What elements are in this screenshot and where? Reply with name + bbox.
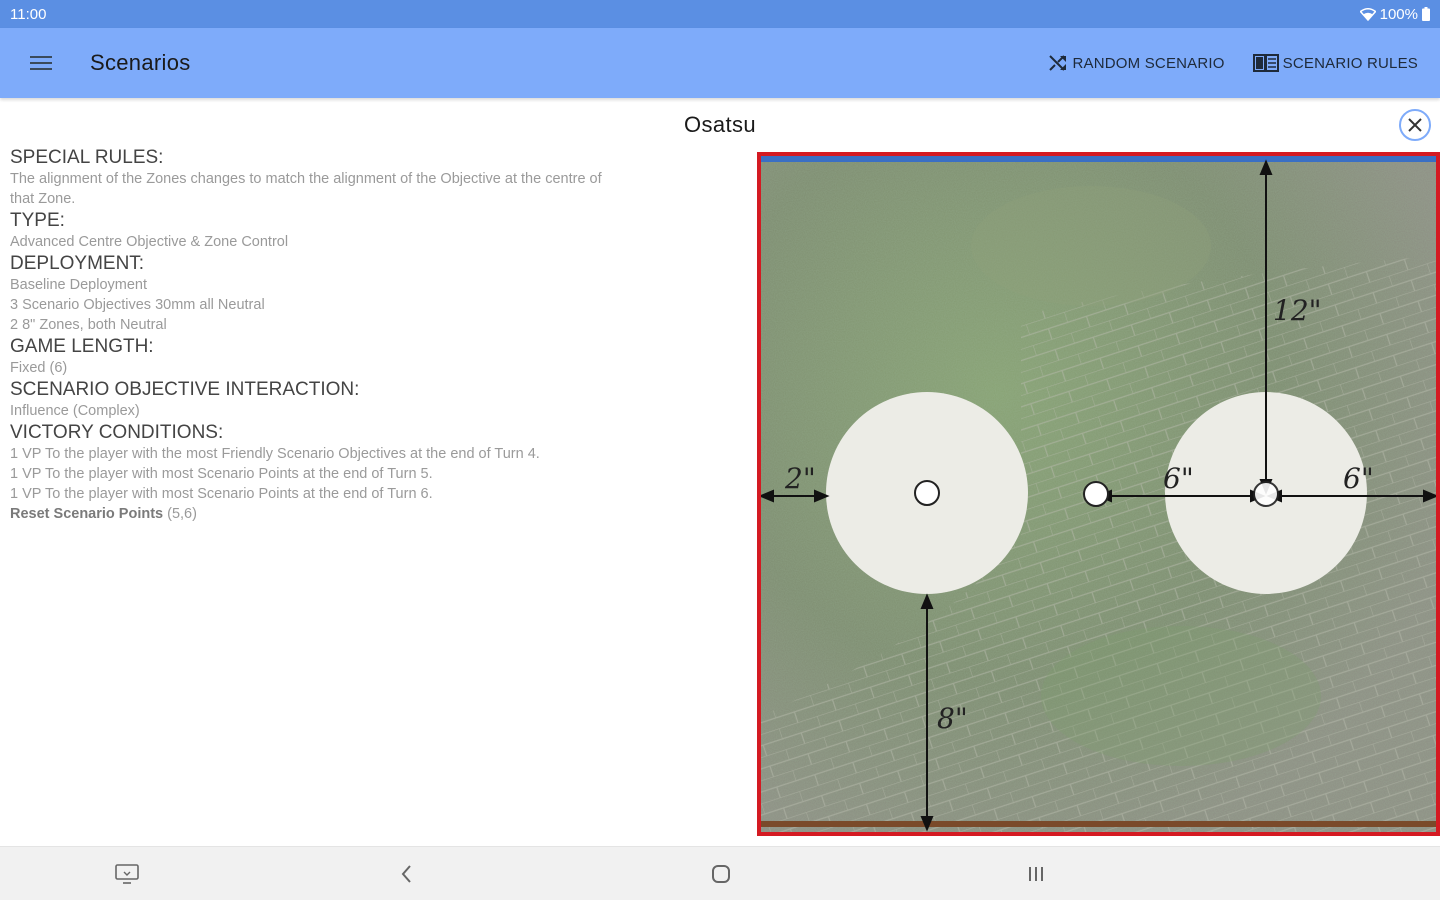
top-edge	[761, 156, 1436, 162]
objective-centre	[1083, 481, 1109, 507]
book-icon	[1252, 54, 1279, 72]
recents-icon	[1029, 867, 1043, 881]
back-icon	[401, 865, 411, 883]
close-button[interactable]	[1399, 109, 1431, 141]
label-6-inch-mid: 6"	[1163, 462, 1194, 495]
status-time: 11:00	[10, 5, 47, 23]
reset-label: Reset Scenario Points	[10, 506, 164, 522]
rule-heading: SCENARIO OBJECTIVE INTERACTION:	[10, 379, 360, 400]
reset-scenario-points: Reset Scenario Points (5,6)	[10, 504, 740, 524]
rules-section-special: SPECIAL RULES: The alignment of the Zone…	[10, 146, 740, 209]
rule-line: 1 VP To the player with most Scenario Po…	[10, 486, 433, 502]
label-12-inch: 12"	[1273, 294, 1322, 327]
nav-recents-button[interactable]	[1022, 861, 1050, 887]
rule-heading: GAME LENGTH:	[10, 336, 154, 357]
app-bar: Scenarios RANDOM SCENARIO SCENARIO RULES	[0, 28, 1440, 98]
app-actions: RANDOM SCENARIO SCENARIO RULES	[1048, 54, 1418, 72]
label-8-inch: 8"	[937, 702, 968, 735]
rules-section-deployment: DEPLOYMENT: Baseline Deployment 3 Scenar…	[10, 252, 740, 335]
screenshot-button[interactable]	[113, 861, 141, 887]
system-nav-bar	[0, 846, 1440, 900]
rule-heading: VICTORY CONDITIONS:	[10, 422, 224, 443]
rule-heading: DEPLOYMENT:	[10, 253, 145, 274]
nav-home-button[interactable]	[707, 861, 735, 887]
menu-button[interactable]	[24, 46, 58, 80]
battery-icon	[1422, 7, 1430, 21]
nav-back-button[interactable]	[392, 861, 420, 887]
scenario-rules-button[interactable]: SCENARIO RULES	[1252, 54, 1418, 72]
map-drawing: 12" 2" 6" 6" 8"	[761, 156, 1436, 832]
shuffle-icon	[1049, 55, 1067, 71]
rule-line: 1 VP To the player with most Scenario Po…	[10, 466, 433, 482]
rule-line: 1 VP To the player with the most Friendl…	[10, 446, 540, 462]
app-title: Scenarios	[90, 50, 191, 75]
rule-line: Fixed (6)	[10, 360, 68, 376]
rule-line: Baseline Deployment	[10, 277, 148, 293]
rule-line: 3 Scenario Objectives 30mm all Neutral	[10, 297, 265, 313]
bottom-edge	[761, 821, 1436, 827]
status-icons: 100%	[1359, 5, 1430, 23]
scenario-title: Osatsu	[683, 112, 757, 137]
scenario-map: 12" 2" 6" 6" 8"	[757, 152, 1440, 836]
rule-heading: SPECIAL RULES:	[10, 147, 164, 168]
rule-line: that Zone.	[10, 191, 76, 207]
rule-line: 2 8" Zones, both Neutral	[10, 317, 167, 333]
reset-value: (5,6)	[167, 506, 197, 522]
objective-left	[914, 480, 940, 506]
random-scenario-label: RANDOM SCENARIO	[1072, 54, 1225, 72]
close-icon	[1408, 118, 1422, 132]
random-scenario-button[interactable]: RANDOM SCENARIO	[1048, 54, 1224, 72]
rule-line: Advanced Centre Objective & Zone Control	[10, 234, 289, 250]
home-icon	[712, 865, 730, 883]
rule-line: Influence (Complex)	[10, 403, 140, 419]
rule-line: The alignment of the Zones changes to ma…	[10, 171, 602, 187]
objective-right	[1253, 481, 1279, 507]
rule-heading: TYPE:	[10, 210, 65, 231]
label-6-inch-right: 6"	[1343, 462, 1374, 495]
scenario-rules-text: SPECIAL RULES: The alignment of the Zone…	[10, 146, 740, 524]
status-bar: 11:00 100%	[0, 0, 1440, 28]
scenario-rules-label: SCENARIO RULES	[1282, 54, 1418, 72]
label-2-inch: 2"	[784, 462, 816, 495]
hamburger-icon	[30, 56, 52, 70]
wifi-icon	[1359, 7, 1376, 21]
rules-section-interaction: SCENARIO OBJECTIVE INTERACTION: Influenc…	[10, 378, 740, 421]
screen-icon	[115, 864, 139, 884]
battery-percent: 100%	[1379, 5, 1418, 23]
rules-section-victory: VICTORY CONDITIONS: 1 VP To the player w…	[10, 421, 740, 524]
rules-section-type: TYPE: Advanced Centre Objective & Zone C…	[10, 209, 740, 252]
rules-section-game-length: GAME LENGTH: Fixed (6)	[10, 335, 740, 378]
